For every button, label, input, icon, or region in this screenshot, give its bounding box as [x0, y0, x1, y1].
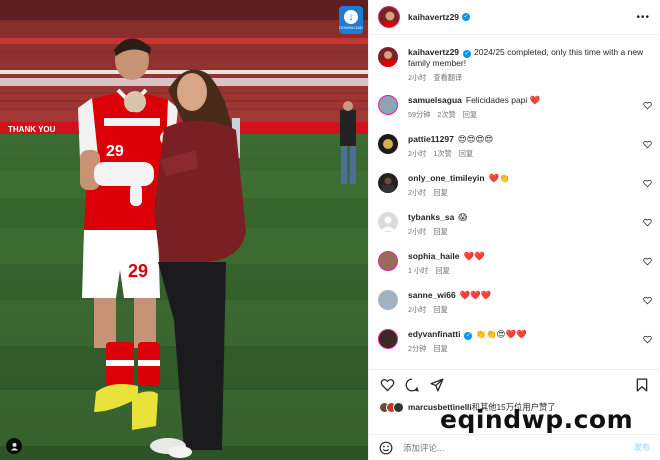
comment-text: Felicidades papi ❤️: [465, 95, 541, 105]
comment-text: 👏👏😍❤️❤️: [475, 329, 527, 339]
comment-row: only_one_timileyin ❤️👏 2小时 回复: [378, 173, 652, 198]
download-badge[interactable]: ↓ DOWNLOAD: [339, 6, 363, 34]
comment-text: ❤️❤️❤️: [459, 290, 492, 300]
verified-badge-icon: ✓: [462, 13, 471, 21]
comment-text: ❤️👏: [488, 173, 510, 183]
comment-text: 😍😍😍😍: [457, 134, 494, 144]
author-avatar-small[interactable]: [378, 47, 398, 67]
caption: kaihavertz29 ✓ 2024/25 completed, only thi…: [378, 47, 652, 83]
comment-username[interactable]: tybanks_sa: [408, 212, 454, 222]
commenter-avatar[interactable]: [378, 212, 398, 232]
caption-time: 2小时: [408, 73, 427, 82]
comment-text: ❤️❤️: [463, 251, 485, 261]
comment-like-heart-icon[interactable]: [643, 296, 652, 305]
comment-time: 59分钟: [408, 110, 431, 119]
post-side-panel: kaihavertz29 ✓ ••• kaihavertz29 ✓ 2024/25 …: [368, 0, 660, 460]
comment-row: tybanks_sa 😱 2小时 回复: [378, 212, 652, 237]
liker-avatars: [379, 401, 404, 413]
comment-like-heart-icon[interactable]: [643, 257, 652, 266]
comment-username[interactable]: only_one_timileyin: [408, 173, 485, 183]
reply-link[interactable]: 回复: [433, 305, 447, 314]
post-actions-bar: [369, 369, 660, 399]
stand-banner: THANK YOU: [8, 125, 56, 134]
comment-row: samuelsagua Felicidades papi ❤️ 59分钟 2次赞 回复: [378, 95, 652, 120]
stadium-photo: THANK YOU 29 29: [0, 0, 368, 460]
download-badge-label: DOWNLOAD: [339, 25, 363, 30]
comment-row: edyvanfinatti ✓ 👏👏😍❤️❤️ 2分钟 回复: [378, 329, 652, 354]
add-comment-input[interactable]: 添加评论...: [403, 442, 634, 454]
send-icon[interactable]: [429, 377, 445, 393]
comment-like-heart-icon[interactable]: [643, 179, 652, 188]
verified-badge-icon: ✓: [463, 50, 472, 58]
reply-link[interactable]: 回复: [435, 266, 449, 275]
see-translation-link[interactable]: 查看翻译: [433, 73, 462, 82]
comment-like-heart-icon[interactable]: [643, 140, 652, 149]
comment-text: 😱: [458, 212, 468, 222]
caption-username[interactable]: kaihavertz29: [408, 47, 459, 57]
comment-username[interactable]: sanne_wi66: [408, 290, 456, 300]
comment-like-heart-icon[interactable]: [643, 335, 652, 344]
comment-username[interactable]: sophia_haile: [408, 251, 460, 261]
reply-link[interactable]: 回复: [433, 188, 447, 197]
shorts-number: 29: [128, 261, 148, 281]
add-comment-bar: 添加评论... 发布: [369, 434, 660, 460]
comment-like-heart-icon[interactable]: [643, 218, 652, 227]
comment-time: 2分钟: [408, 344, 427, 353]
commenter-avatar[interactable]: [378, 290, 398, 310]
verified-badge-icon: ✓: [464, 332, 473, 340]
post-photo[interactable]: THANK YOU 29 29 ↓ DOWNLOAD: [0, 0, 368, 460]
post-comment-button[interactable]: 发布: [634, 442, 650, 453]
comment-time: 2小时: [408, 305, 427, 314]
comment-time: 2小时: [408, 149, 427, 158]
more-options-icon[interactable]: •••: [636, 12, 650, 23]
reply-link[interactable]: 回复: [433, 227, 447, 236]
user-icon: [10, 442, 18, 451]
author-avatar[interactable]: [378, 6, 400, 28]
comment-row: pattie11297 😍😍😍😍 2小时 1次赞 回复: [378, 134, 652, 159]
comment-like-heart-icon[interactable]: [643, 101, 652, 110]
comment-time: 2小时: [408, 227, 427, 236]
comment-username[interactable]: pattie11297: [408, 134, 454, 144]
reply-link[interactable]: 回复: [459, 149, 473, 158]
post-header: kaihavertz29 ✓ •••: [369, 0, 660, 35]
comment-username[interactable]: samuelsagua: [408, 95, 462, 105]
bookmark-icon[interactable]: [634, 377, 650, 393]
comment-icon[interactable]: [404, 377, 420, 393]
reply-link[interactable]: 回复: [463, 110, 477, 119]
comment-likes-count[interactable]: 2次赞: [437, 110, 455, 119]
comment-row: sophia_haile ❤️❤️ 1 小时 回复: [378, 251, 652, 276]
smiley-icon[interactable]: [379, 441, 393, 455]
site-watermark: eqindwp.com: [440, 405, 634, 434]
commenter-avatar[interactable]: [378, 173, 398, 193]
comment-likes-count[interactable]: 1次赞: [433, 149, 451, 158]
comment-time: 1 小时: [408, 266, 429, 275]
commenter-avatar[interactable]: [378, 134, 398, 154]
comment-username[interactable]: edyvanfinatti: [408, 329, 460, 339]
commenter-avatar[interactable]: [378, 251, 398, 271]
baby-shirt-number: 29: [106, 143, 124, 160]
commenter-avatar[interactable]: [378, 329, 398, 349]
comments-list[interactable]: kaihavertz29 ✓ 2024/25 completed, only thi…: [369, 36, 660, 368]
comment-row: sanne_wi66 ❤️❤️❤️ 2小时 回复: [378, 290, 652, 315]
heart-icon[interactable]: [379, 377, 395, 393]
author-username[interactable]: kaihavertz29: [408, 12, 459, 22]
comment-time: 2小时: [408, 188, 427, 197]
liker-avatar: [393, 401, 404, 413]
commenter-avatar[interactable]: [378, 95, 398, 115]
tagged-users-button[interactable]: [6, 438, 22, 454]
reply-link[interactable]: 回复: [433, 344, 447, 353]
download-icon: ↓: [344, 10, 358, 24]
